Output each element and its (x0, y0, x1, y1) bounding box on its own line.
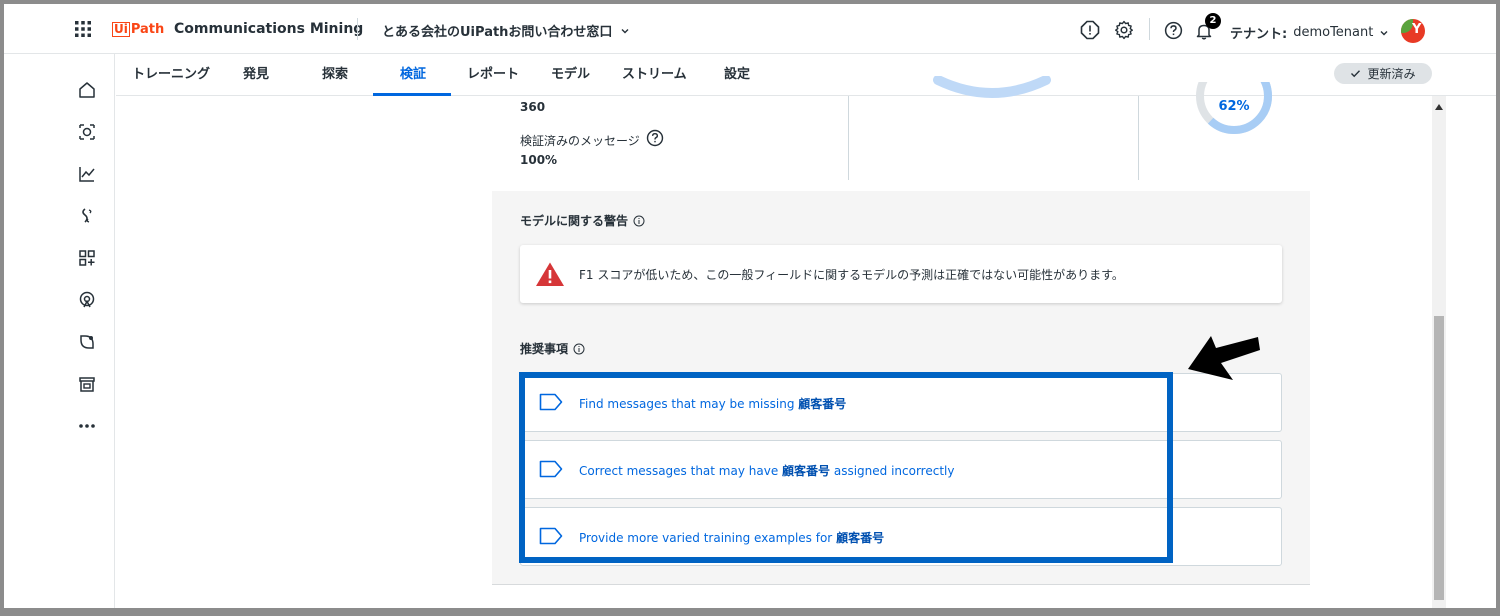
tab-training[interactable]: トレーニング (132, 54, 210, 96)
highlight-annotation-box (519, 372, 1173, 563)
help-icon[interactable] (646, 129, 664, 147)
model-warnings-title: モデルに関する警告 (520, 214, 629, 228)
avatar[interactable]: Y (1401, 19, 1425, 43)
chevron-down-icon (1380, 30, 1388, 35)
more-icon[interactable] (77, 416, 97, 436)
logo-path: Path (130, 22, 165, 37)
donut-chart (933, 76, 1051, 98)
model-warnings-heading: モデルに関する警告 (520, 212, 645, 229)
automation-icon[interactable] (77, 332, 97, 352)
discover-icon[interactable] (77, 122, 97, 142)
tab-streams[interactable]: ストリーム (622, 54, 687, 96)
tab-bar: トレーニング 発見 探索 検証 レポート モデル ストリーム 設定 更新済み (116, 54, 1496, 96)
tenant-selector[interactable]: テナント: demoTenant (1230, 23, 1389, 42)
message-count-value: 360 (520, 100, 546, 114)
storefront-icon[interactable] (77, 374, 97, 394)
apps-grid-icon[interactable] (74, 20, 92, 38)
apps-add-icon[interactable] (77, 248, 97, 268)
scroll-up-arrow-icon[interactable] (1435, 104, 1443, 110)
recommendations-title: 推奨事項 (520, 342, 569, 356)
analytics-icon[interactable] (77, 164, 97, 184)
avatar-letter: Y (1412, 22, 1422, 37)
model-status-badge: 更新済み (1334, 63, 1432, 84)
verified-messages-value: 100% (520, 153, 558, 167)
score-ring-label: 62% (1218, 99, 1250, 114)
alert-icon[interactable] (1080, 20, 1100, 40)
metrics-divider (1138, 96, 1139, 180)
tab-models[interactable]: モデル (551, 54, 590, 96)
tab-settings[interactable]: 設定 (724, 54, 750, 96)
tenant-name: demoTenant (1293, 25, 1374, 40)
vertical-scrollbar[interactable] (1432, 96, 1446, 608)
model-status-label: 更新済み (1367, 67, 1416, 81)
recommendations-heading: 推奨事項 (520, 340, 585, 357)
logo-ui: Ui (112, 22, 130, 37)
tab-reports[interactable]: レポート (467, 54, 519, 96)
info-icon[interactable] (633, 215, 645, 227)
header-divider (1149, 18, 1150, 40)
metrics-divider (848, 96, 849, 180)
metrics-row: 360 検証済みのメッセージ 100% 62% (492, 76, 1310, 191)
uipath-logo[interactable]: Ui Path (112, 22, 164, 37)
annotation-arrow-icon (1188, 336, 1260, 380)
check-icon (1351, 70, 1361, 78)
warning-triangle-icon (536, 262, 564, 286)
help-icon[interactable] (1164, 21, 1183, 40)
scrollbar-thumb[interactable] (1434, 316, 1444, 600)
dataset-name: とある会社のUiPathお問い合わせ窓口 (382, 25, 613, 40)
left-nav-rail (61, 54, 115, 608)
score-ring (1196, 82, 1272, 134)
tab-discover[interactable]: 発見 (243, 54, 269, 96)
warning-message: F1 スコアが低いため、この一般フィールドに関するモデルの予測は正確ではない可能… (579, 268, 1124, 282)
info-icon[interactable] (573, 343, 585, 355)
gear-icon[interactable] (1114, 20, 1134, 40)
tab-explore[interactable]: 探索 (322, 54, 348, 96)
warning-card: F1 スコアが低いため、この一般フィールドに関するモデルの予測は正確ではない可能… (520, 245, 1282, 303)
tab-validation[interactable]: 検証 (400, 54, 426, 96)
integration-icon[interactable] (77, 206, 97, 226)
chevron-down-icon (621, 28, 629, 33)
product-name: Communications Mining (174, 21, 364, 37)
dataset-selector[interactable]: とある会社のUiPathお問い合わせ窓口 (382, 21, 630, 40)
top-header: Ui Path Communications Mining とある会社のUiPa… (4, 4, 1496, 54)
notification-badge: 2 (1205, 13, 1221, 29)
broadcast-icon[interactable] (77, 290, 97, 310)
header-divider (357, 18, 358, 40)
home-icon[interactable] (77, 80, 97, 100)
tenant-label: テナント: (1230, 27, 1288, 42)
verified-messages-label: 検証済みのメッセージ (520, 134, 640, 148)
